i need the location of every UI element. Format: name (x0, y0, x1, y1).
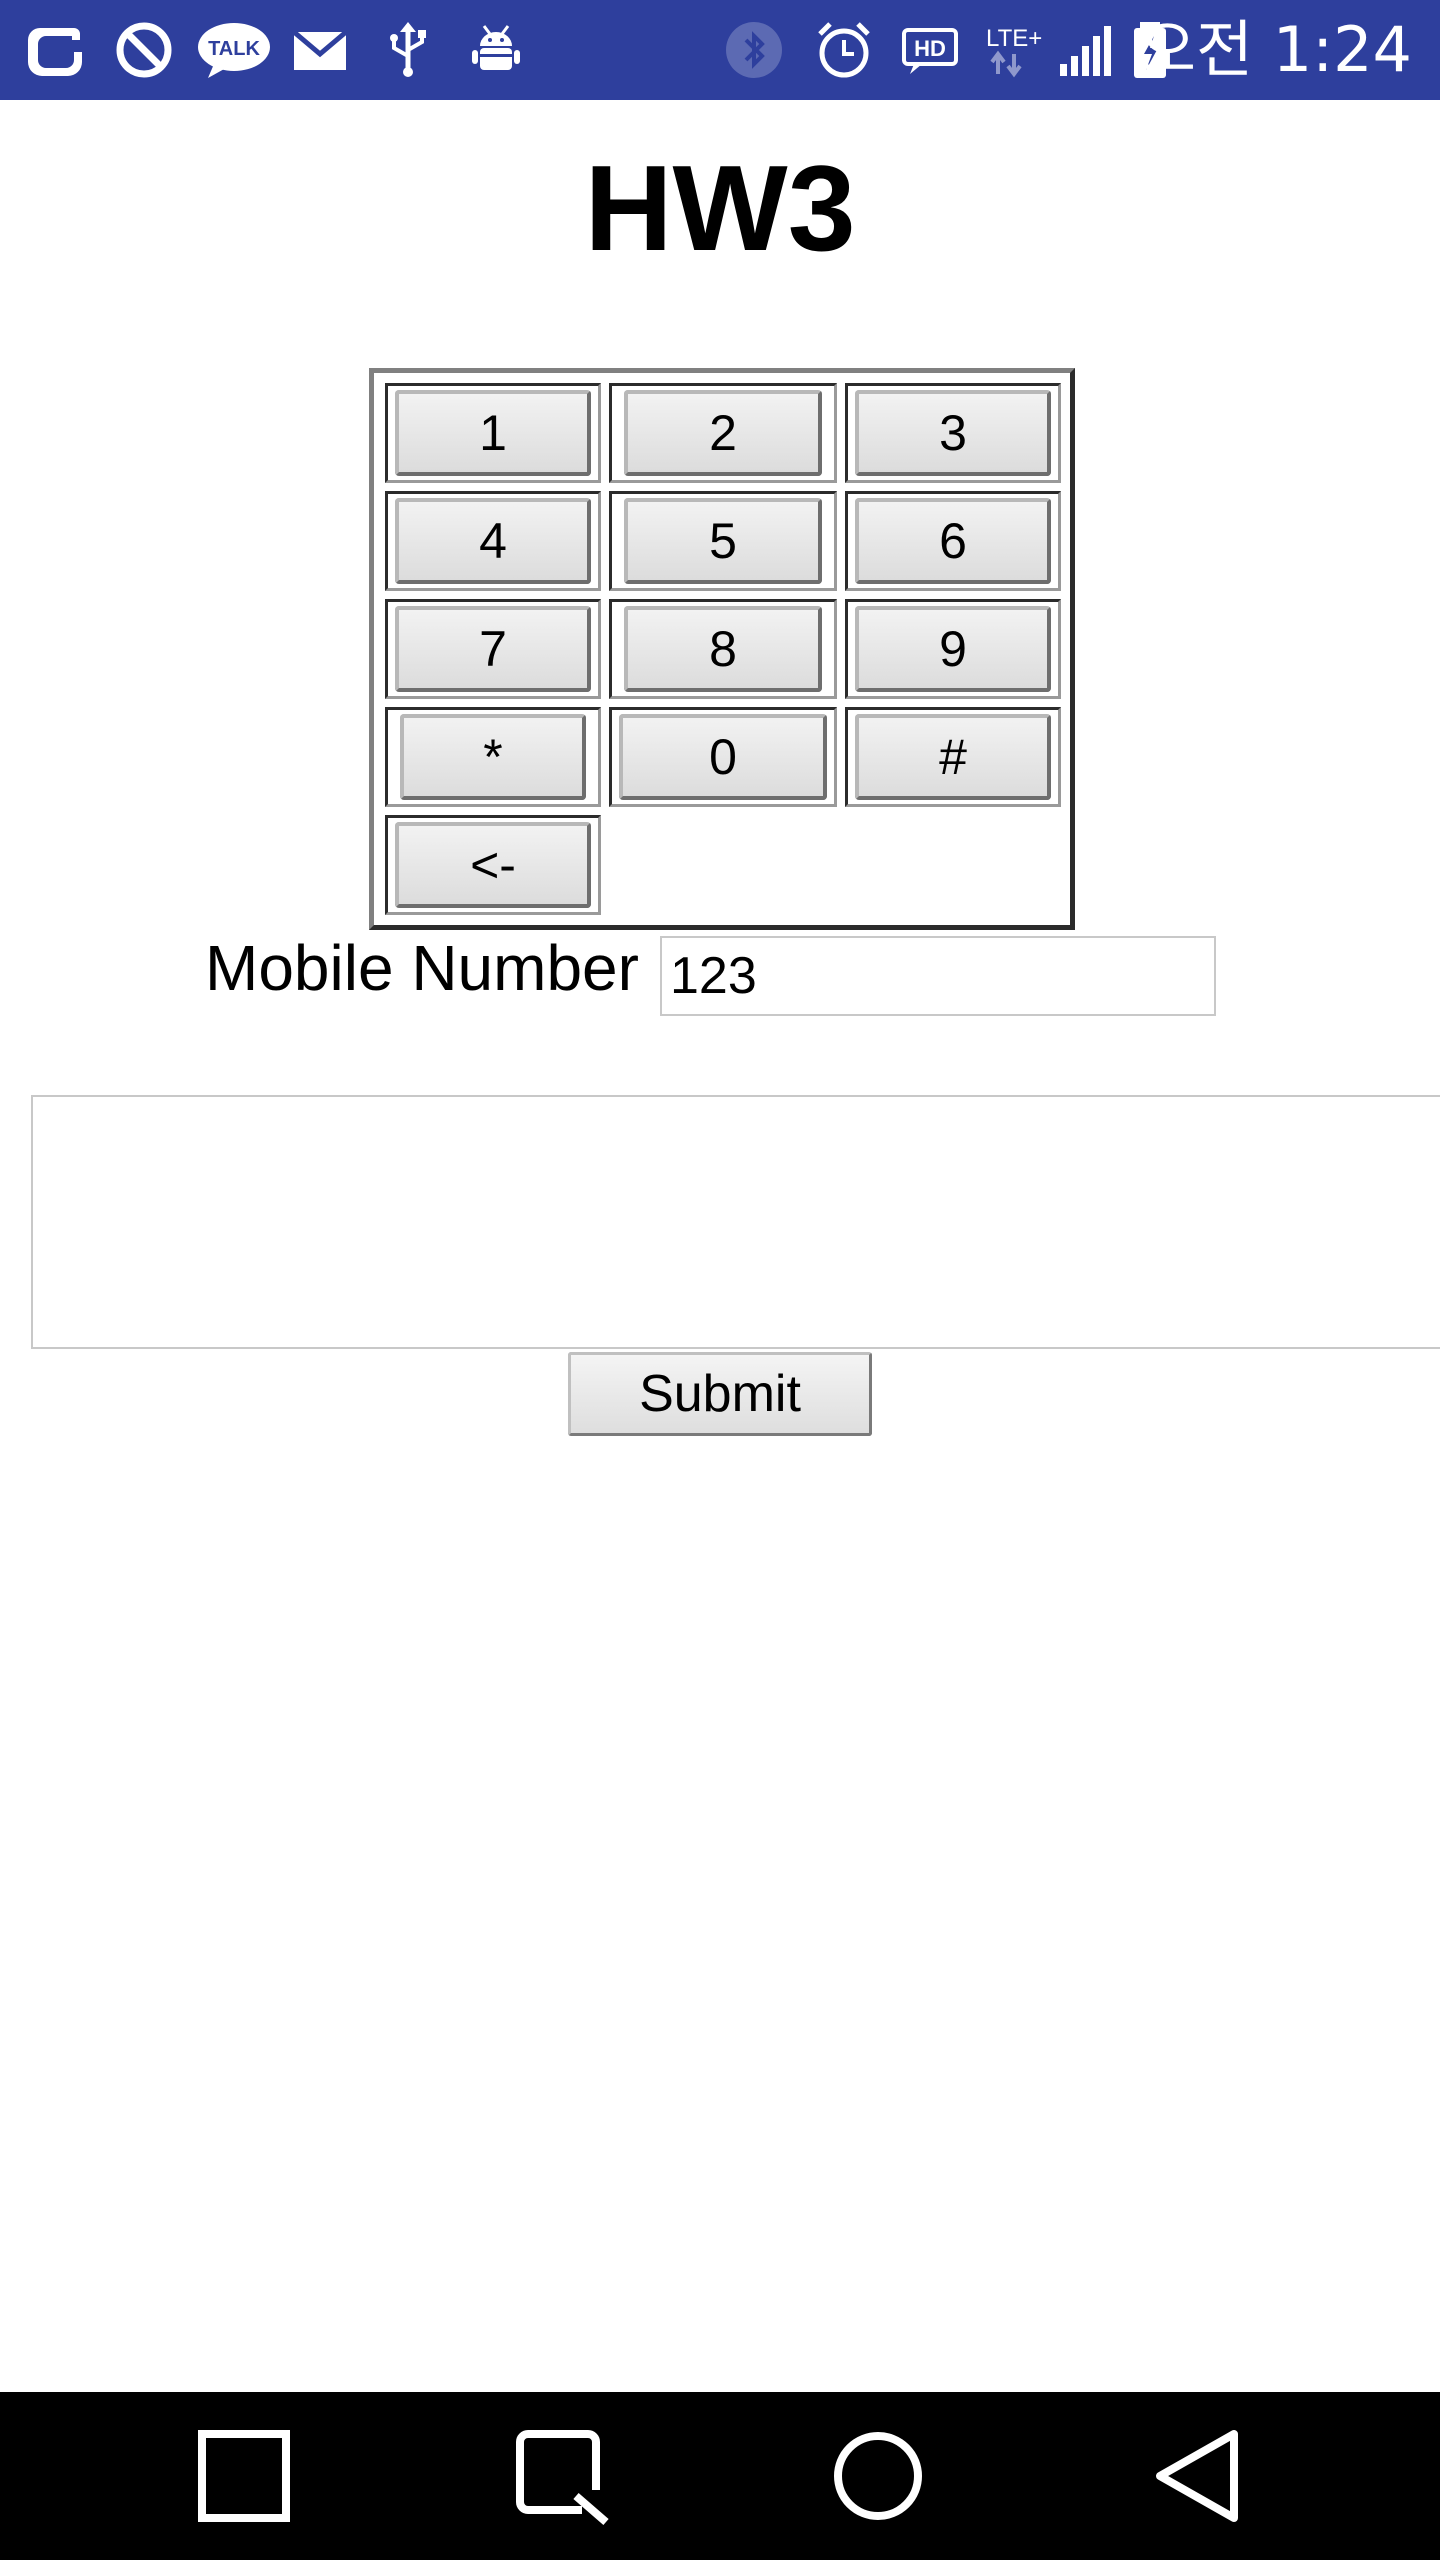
keypad-cell: <- (385, 815, 601, 915)
key-6-button[interactable]: 6 (855, 498, 1051, 584)
mobile-number-input[interactable] (660, 936, 1216, 1016)
home-icon[interactable] (828, 2426, 928, 2526)
talk-icon: TALK (196, 18, 272, 82)
mobile-number-label: Mobile Number (205, 932, 639, 1004)
keypad-cell: 2 (609, 383, 837, 483)
keypad-cell: 1 (385, 383, 601, 483)
page-title: HW3 (584, 140, 856, 276)
keypad-cell: 8 (609, 599, 837, 699)
key-4-button[interactable]: 4 (395, 498, 591, 584)
lte-icon: LTE+ (982, 18, 1046, 82)
bluetooth-icon (722, 18, 786, 82)
hd-voice-icon: HD (898, 18, 962, 82)
alarm-icon (812, 18, 876, 82)
keypad-table: 1 2 3 4 5 6 7 8 9 * 0 # <- (369, 368, 1075, 930)
android-debug-icon (464, 18, 528, 82)
backspace-button[interactable]: <- (395, 822, 591, 908)
key-2-button[interactable]: 2 (624, 390, 822, 476)
key-3-button[interactable]: 3 (855, 390, 1051, 476)
signal-icon (1054, 18, 1118, 82)
opera-icon (24, 18, 88, 82)
key-hash-button[interactable]: # (855, 714, 1051, 800)
mail-icon (288, 18, 352, 82)
svg-text:LTE+: LTE+ (986, 25, 1042, 52)
keypad-cell: 0 (609, 707, 837, 807)
keypad-cell: # (845, 707, 1061, 807)
keypad-cell: 3 (845, 383, 1061, 483)
key-7-button[interactable]: 7 (395, 606, 591, 692)
keypad-cell: 6 (845, 491, 1061, 591)
do-not-disturb-icon (112, 18, 176, 82)
key-5-button[interactable]: 5 (624, 498, 822, 584)
message-textarea[interactable] (31, 1095, 1440, 1349)
key-9-button[interactable]: 9 (855, 606, 1051, 692)
keypad-cell: 5 (609, 491, 837, 591)
key-0-button[interactable]: 0 (619, 714, 827, 800)
status-time: 오전 1:24 (1138, 13, 1412, 86)
capture-icon[interactable] (512, 2426, 612, 2526)
keypad-cell: 9 (845, 599, 1061, 699)
svg-text:TALK: TALK (208, 38, 260, 60)
svg-text:HD: HD (914, 36, 946, 61)
keypad-cell: 7 (385, 599, 601, 699)
keypad-cell: * (385, 707, 601, 807)
key-star-button[interactable]: * (400, 714, 586, 800)
navigation-bar (0, 2392, 1440, 2560)
keypad-cell: 4 (385, 491, 601, 591)
usb-icon (376, 18, 440, 82)
recent-apps-icon[interactable] (194, 2426, 294, 2526)
submit-button[interactable]: Submit (568, 1352, 872, 1436)
back-icon[interactable] (1148, 2426, 1248, 2526)
key-1-button[interactable]: 1 (395, 390, 591, 476)
status-bar: TALK HD LTE+ 오전 1:24 (0, 0, 1440, 100)
key-8-button[interactable]: 8 (624, 606, 822, 692)
